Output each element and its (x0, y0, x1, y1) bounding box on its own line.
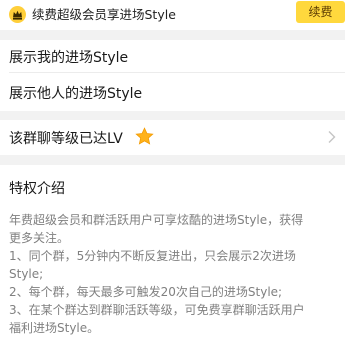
crown-icon (9, 6, 26, 23)
renew-banner: 续费超级会员享进场Style 续费 (0, 0, 345, 30)
show-others-style-row[interactable]: 展示他人的进场Style (0, 73, 345, 111)
privilege-line: 2、每个群，每天最多可触发20次自己的进场Style; (9, 285, 283, 299)
privilege-line: 3、在某个群达到群聊活跃等级，可免费享群聊活跃用户 (9, 303, 305, 317)
privilege-line: 更多关注。 (9, 231, 70, 245)
show-my-style-row[interactable]: 展示我的进场Style (0, 40, 345, 73)
chevron-right-icon (328, 131, 336, 143)
privilege-description: 年费超级会员和群活跃用户可享炫酷的进场Style，获得 更多关注。 1、同个群，… (9, 211, 339, 337)
group-level-label: 该群聊等级已达LV (9, 131, 123, 147)
privilege-section: 特权介绍 年费超级会员和群活跃用户可享炫酷的进场Style，获得 更多关注。 1… (0, 165, 345, 360)
star-icon (135, 127, 154, 145)
renew-button[interactable]: 续费 (296, 1, 345, 23)
privilege-line: 1、同个群，5分钟内不断反复进出，只会展示2次进场 (9, 249, 296, 263)
privilege-line: 年费超级会员和群活跃用户可享炫酷的进场Style，获得 (9, 213, 304, 227)
show-others-style-label: 展示他人的进场Style (9, 86, 143, 102)
banner-title: 续费超级会员享进场Style (32, 7, 176, 22)
privilege-heading: 特权介绍 (9, 181, 65, 197)
show-my-style-label: 展示我的进场Style (9, 50, 129, 66)
privilege-line: Style; (9, 267, 44, 281)
privilege-line: 福利进场Style。 (9, 321, 100, 335)
group-level-row[interactable]: 该群聊等级已达LV (0, 120, 345, 155)
